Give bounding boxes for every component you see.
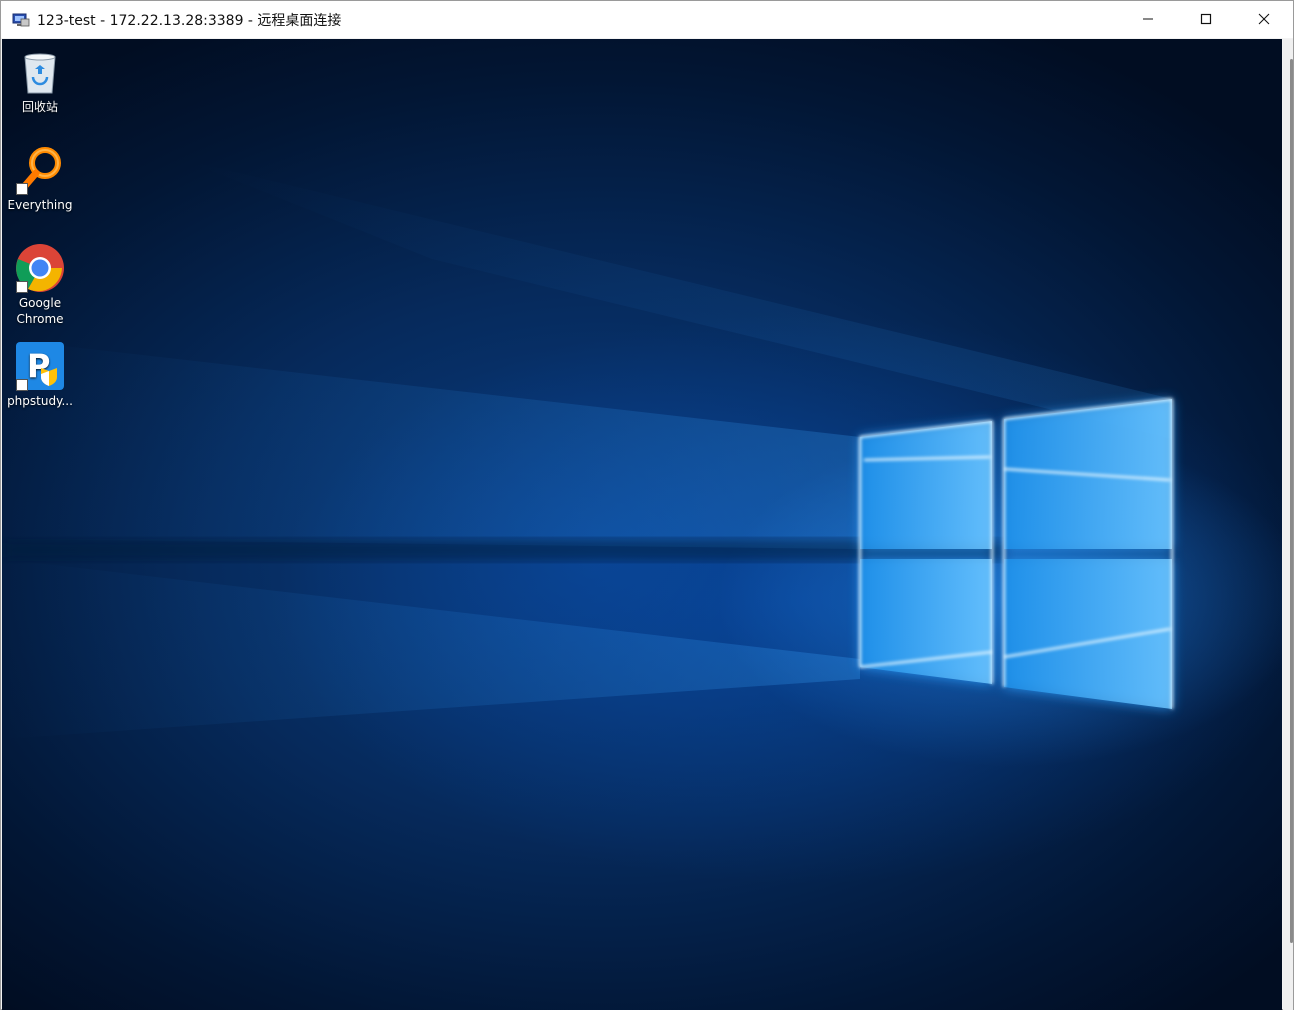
desktop-icon-google-chrome[interactable]: Google Chrome (2, 243, 78, 327)
shortcut-arrow-icon (16, 183, 28, 195)
desktop-icon-label: 回收站 (21, 100, 58, 114)
vertical-scrollbar-thumb[interactable] (1290, 59, 1293, 943)
shortcut-arrow-icon (16, 379, 28, 391)
windows-logo-wallpaper (2, 159, 1174, 739)
close-button[interactable] (1235, 1, 1293, 38)
recycle-bin-icon (15, 47, 65, 97)
desktop-icon-everything[interactable]: Everything (2, 145, 78, 213)
chrome-icon (15, 243, 65, 293)
desktop-icon-phpstudy[interactable]: P phpstudy... (2, 341, 78, 409)
minimize-icon (1142, 10, 1154, 29)
maximize-button[interactable] (1177, 1, 1235, 38)
window-title: 123-test - 172.22.13.28:3389 - 远程桌面连接 (37, 12, 342, 29)
phpstudy-icon: P (15, 341, 65, 391)
title-bar[interactable]: 123-test - 172.22.13.28:3389 - 远程桌面连接 (1, 1, 1293, 38)
desktop-icon-label: Google Chrome (16, 296, 64, 326)
shortcut-arrow-icon (16, 281, 28, 293)
rdp-window: 123-test - 172.22.13.28:3389 - 远程桌面连接 回收… (0, 0, 1294, 1010)
desktop-icon-recycle-bin[interactable]: 回收站 (2, 47, 78, 115)
remote-desktop[interactable]: 回收站 Everything Google Chrome P phpstudy.… (2, 39, 1282, 1010)
minimize-button[interactable] (1119, 1, 1177, 38)
everything-search-icon (15, 145, 65, 195)
desktop-icon-label: phpstudy... (7, 394, 73, 408)
close-icon (1258, 10, 1270, 29)
maximize-icon (1200, 10, 1212, 29)
desktop-icon-label: Everything (7, 198, 73, 212)
remote-desktop-icon (12, 11, 30, 29)
